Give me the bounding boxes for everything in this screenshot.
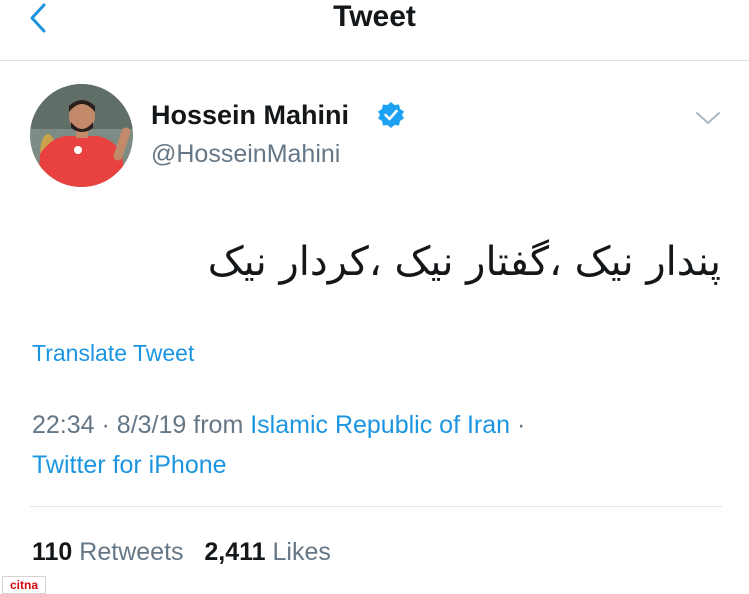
retweets-label: Retweets [79,538,184,566]
avatar[interactable] [30,84,133,187]
retweets-count: 110 [32,538,73,566]
from-label: from [193,411,244,439]
tweet-metadata: 22:34 · 8/3/19 from Islamic Republic of … [32,405,712,485]
likes-label: Likes [272,538,331,566]
watermark-logo: citna [2,576,46,594]
tweet-time: 22:34 [32,411,95,439]
tweet-menu-button[interactable] [694,108,722,128]
separator: · [517,411,526,439]
tweet-text: پندار نیک ،گفتار نیک ،کردار نیک [207,239,721,285]
tweet-date: 8/3/19 [116,411,187,439]
likes-stat[interactable]: 2,411 Likes [204,538,331,566]
source-link[interactable]: Twitter for iPhone [32,451,227,479]
retweets-stat[interactable]: 110 Retweets [32,538,184,566]
display-name[interactable]: Hossein Mahini [151,98,349,132]
separator: · [101,411,110,439]
user-handle[interactable]: @HosseinMahini [151,138,340,170]
verified-badge-icon [377,101,405,129]
translate-tweet-link[interactable]: Translate Tweet [32,338,194,368]
page-title: Tweet [333,0,416,33]
location-link[interactable]: Islamic Republic of Iran [250,411,510,439]
tweet-stats: 110 Retweets 2,411 Likes [32,535,331,569]
likes-count: 2,411 [204,538,266,566]
profile-photo [30,84,133,187]
divider [30,506,722,507]
top-bar: Tweet [0,0,749,61]
chevron-down-icon [696,112,720,124]
